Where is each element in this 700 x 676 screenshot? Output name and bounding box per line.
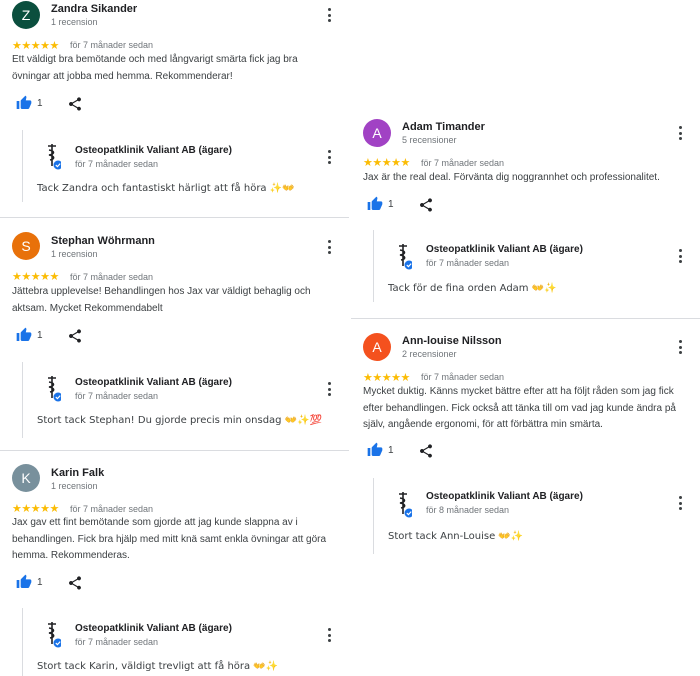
share-icon[interactable]: [418, 197, 434, 213]
more-options-icon[interactable]: [323, 149, 335, 165]
caduceus-logo-icon: [399, 492, 412, 518]
review-count: 1 recension: [51, 249, 98, 259]
reply-text: Stort tack Karin, väldigt trevligt att f…: [37, 661, 279, 672]
owner-reply: Osteopatklinik Valiant AB (ägare) för 7 …: [373, 230, 700, 302]
more-options-icon[interactable]: [323, 381, 335, 397]
more-options-icon[interactable]: [323, 627, 335, 643]
review-card: K Karin Falk 1 recension ★★★★★ för 7 mån…: [0, 452, 349, 676]
caduceus-logo-icon: [48, 144, 61, 170]
owner-reply: Osteopatklinik Valiant AB (ägare) för 7 …: [22, 608, 349, 676]
like-count: 1: [37, 330, 43, 341]
more-options-icon[interactable]: [674, 339, 686, 355]
owner-name[interactable]: Osteopatklinik Valiant AB (ägare): [75, 623, 232, 634]
reply-text: Tack för de fina orden Adam 👐✨: [388, 283, 557, 294]
review-card: A Ann-louise Nilsson 2 recensioner ★★★★★…: [351, 320, 700, 570]
avatar[interactable]: S: [12, 232, 40, 260]
review-text: Jax gav ett fint bemötande som gjorde at…: [12, 517, 327, 561]
share-icon[interactable]: [67, 575, 83, 591]
reply-time: för 7 månader sedan: [75, 159, 159, 169]
review-card: S Stephan Wöhrmann 1 recension ★★★★★ för…: [0, 219, 349, 451]
reviewer-name[interactable]: Zandra Sikander: [51, 3, 137, 15]
reply-time: för 8 månader sedan: [426, 505, 510, 515]
owner-reply: Osteopatklinik Valiant AB (ägare) för 8 …: [373, 478, 700, 554]
thumbs-up-icon[interactable]: [15, 327, 33, 343]
review-time: för 7 månader sedan: [70, 504, 154, 514]
avatar[interactable]: Z: [12, 1, 40, 29]
left-review-column: Z Zandra Sikander 1 recension ★★★★★ för …: [0, 0, 349, 676]
review-time: för 7 månader sedan: [70, 272, 154, 282]
caduceus-logo-icon: [48, 622, 61, 648]
more-options-icon[interactable]: [323, 239, 335, 255]
reviewer-name[interactable]: Adam Timander: [402, 121, 485, 133]
owner-name[interactable]: Osteopatklinik Valiant AB (ägare): [426, 491, 583, 502]
thumbs-up-icon[interactable]: [366, 196, 384, 212]
avatar[interactable]: A: [363, 119, 391, 147]
review-card: A Adam Timander 5 recensioner ★★★★★ för …: [351, 110, 700, 319]
share-icon[interactable]: [418, 443, 434, 459]
star-rating: ★★★★★: [363, 157, 410, 169]
reply-time: för 7 månader sedan: [75, 391, 159, 401]
review-time: för 7 månader sedan: [421, 372, 505, 382]
star-rating: ★★★★★: [12, 271, 59, 283]
share-icon[interactable]: [67, 328, 83, 344]
caduceus-logo-icon: [48, 376, 61, 402]
review-count: 1 recension: [51, 481, 98, 491]
like-count: 1: [388, 445, 394, 456]
thumbs-up-icon[interactable]: [15, 574, 33, 590]
avatar[interactable]: A: [363, 333, 391, 361]
review-text: Jättebra upplevelse! Behandlingen hos Ja…: [12, 286, 311, 314]
review-text: Ett väldigt bra bemötande och med långva…: [12, 54, 298, 82]
owner-name[interactable]: Osteopatklinik Valiant AB (ägare): [75, 145, 232, 156]
like-count: 1: [388, 199, 394, 210]
owner-reply: Osteopatklinik Valiant AB (ägare) för 7 …: [22, 130, 349, 202]
owner-name[interactable]: Osteopatklinik Valiant AB (ägare): [75, 377, 232, 388]
more-options-icon[interactable]: [323, 7, 335, 23]
reply-time: för 7 månader sedan: [426, 258, 510, 268]
right-review-column: A Adam Timander 5 recensioner ★★★★★ för …: [351, 0, 700, 676]
more-options-icon[interactable]: [674, 495, 686, 511]
reply-time: för 7 månader sedan: [75, 637, 159, 647]
thumbs-up-icon[interactable]: [366, 442, 384, 458]
reviewer-name[interactable]: Karin Falk: [51, 467, 104, 479]
star-rating: ★★★★★: [12, 40, 59, 52]
review-card: Z Zandra Sikander 1 recension ★★★★★ för …: [0, 0, 349, 218]
review-text: Jax är the real deal. Förvänta dig noggr…: [363, 172, 660, 183]
like-count: 1: [37, 577, 43, 588]
more-options-icon[interactable]: [674, 248, 686, 264]
review-time: för 7 månader sedan: [421, 158, 505, 168]
reply-text: Stort tack Stephan! Du gjorde precis min…: [37, 415, 323, 426]
owner-name[interactable]: Osteopatklinik Valiant AB (ägare): [426, 244, 583, 255]
more-options-icon[interactable]: [674, 125, 686, 141]
review-count: 5 recensioner: [402, 135, 457, 145]
review-count: 2 recensioner: [402, 349, 457, 359]
review-count: 1 recension: [51, 17, 98, 27]
reply-text: Stort tack Ann-Louise 👐✨: [388, 531, 524, 542]
owner-reply: Osteopatklinik Valiant AB (ägare) för 7 …: [22, 362, 349, 438]
avatar[interactable]: K: [12, 464, 40, 492]
star-rating: ★★★★★: [363, 372, 410, 384]
share-icon[interactable]: [67, 96, 83, 112]
review-time: för 7 månader sedan: [70, 40, 154, 50]
review-text: Mycket duktig. Känns mycket bättre efter…: [363, 386, 676, 430]
reply-text: Tack Zandra och fantastiskt härligt att …: [37, 183, 295, 194]
star-rating: ★★★★★: [12, 503, 59, 515]
like-count: 1: [37, 98, 43, 109]
thumbs-up-icon[interactable]: [15, 95, 33, 111]
reviewer-name[interactable]: Ann-louise Nilsson: [402, 335, 502, 347]
reviewer-name[interactable]: Stephan Wöhrmann: [51, 235, 155, 247]
caduceus-logo-icon: [399, 244, 412, 270]
